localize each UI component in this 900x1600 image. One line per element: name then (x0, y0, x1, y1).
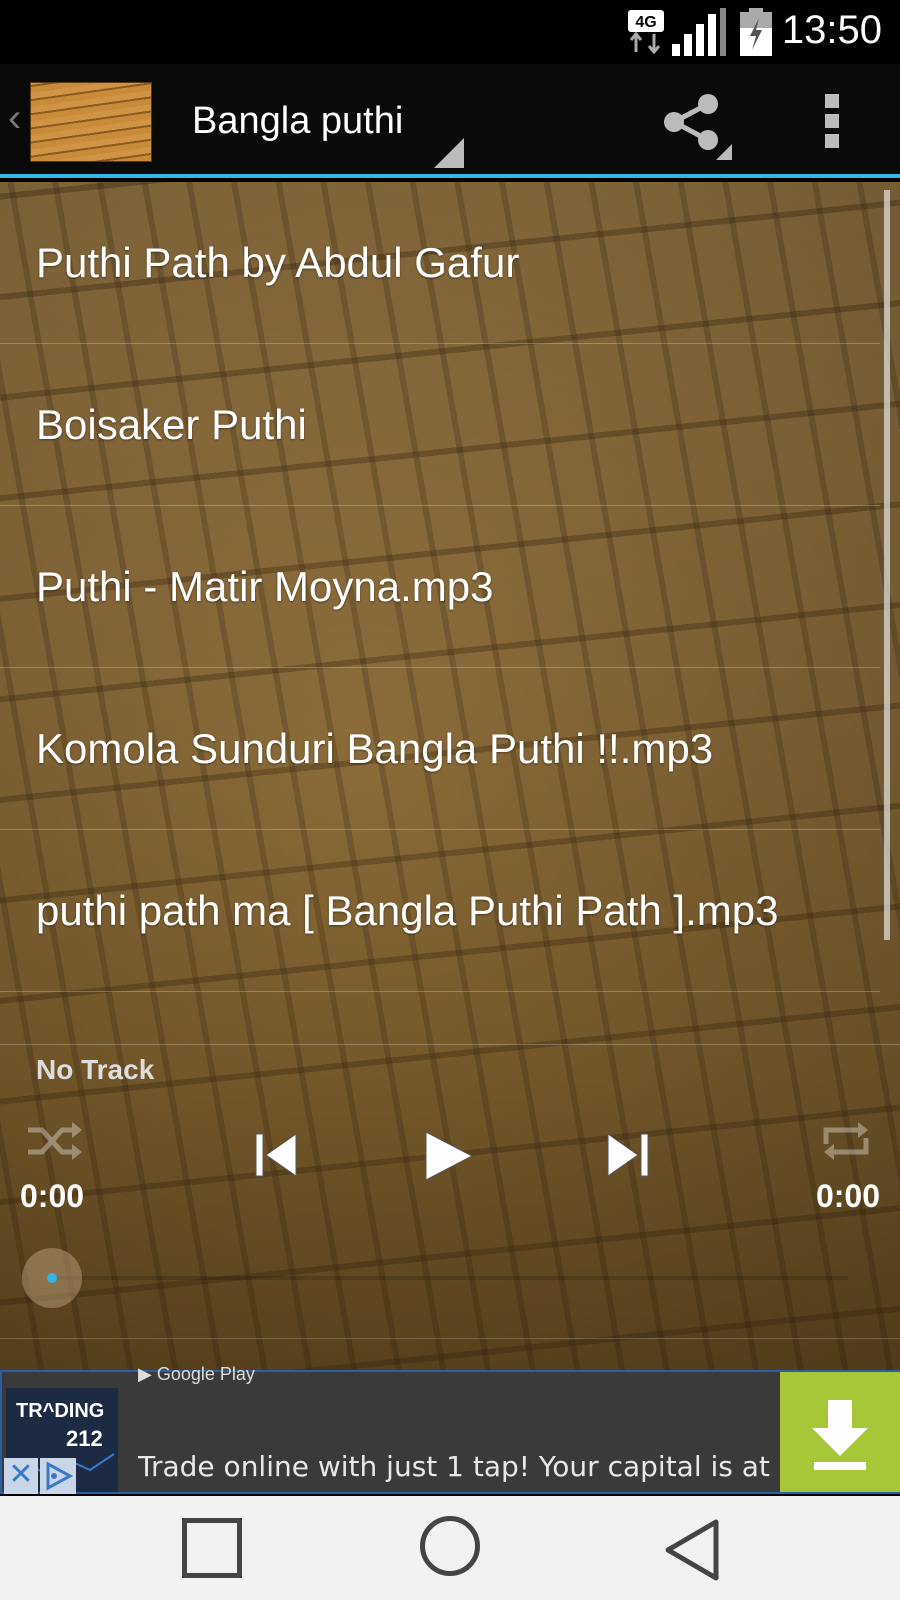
home-icon[interactable] (420, 1516, 480, 1576)
spinner-indicator-icon (434, 138, 464, 168)
play-icon[interactable] (420, 1128, 476, 1184)
recents-icon[interactable] (182, 1518, 242, 1578)
list-item[interactable]: Komola Sunduri Bangla Puthi !!.mp3 (0, 668, 880, 830)
back-chevron-icon[interactable]: ‹ (8, 96, 21, 141)
next-icon[interactable] (604, 1130, 650, 1180)
divider (0, 1338, 900, 1339)
track-title: Puthi - Matir Moyna.mp3 (36, 562, 494, 610)
seek-bar[interactable] (52, 1276, 848, 1280)
track-title: Komola Sunduri Bangla Puthi !!.mp3 (36, 724, 714, 772)
overflow-menu-icon[interactable] (812, 94, 852, 154)
track-title: puthi path ma [ Bangla Puthi Path ].mp3 (36, 886, 779, 934)
adchoices-icon[interactable] (40, 1458, 76, 1494)
ad-download-button[interactable] (780, 1372, 900, 1492)
ad-text: Trade online with just 1 tap! Your capit… (138, 1450, 838, 1483)
list-item[interactable]: Boisaker Puthi (0, 344, 880, 506)
google-play-label: ▶ Google Play (138, 1364, 255, 1384)
ad-banner[interactable]: ▶ Google Play TR^DING 212 ✕ Trade online… (0, 1364, 900, 1494)
back-icon[interactable] (660, 1518, 724, 1582)
repeat-icon[interactable] (820, 1118, 872, 1164)
now-playing-label: No Track (36, 1054, 155, 1085)
list-item[interactable]: Puthi Path by Abdul Gafur (0, 182, 880, 344)
seek-position-indicator (47, 1273, 57, 1283)
list-item[interactable]: Puthi - Matir Moyna.mp3 (0, 506, 880, 668)
ad-close-icon[interactable]: ✕ (4, 1458, 38, 1494)
elapsed-time: 0:00 (20, 1178, 85, 1214)
track-list: Puthi Path by Abdul Gafur Boisaker Puthi… (0, 182, 880, 992)
status-bar: 4G 13:50 (0, 0, 900, 64)
list-item[interactable]: puthi path ma [ Bangla Puthi Path ].mp3 (0, 830, 880, 992)
signal-icon (672, 8, 726, 56)
divider (0, 1044, 900, 1045)
track-title: Puthi Path by Abdul Gafur (36, 238, 520, 286)
shuffle-icon[interactable] (26, 1118, 84, 1164)
network-4g-icon: 4G (628, 10, 664, 54)
download-icon (812, 1400, 868, 1470)
clock: 13:50 (781, 8, 882, 52)
svg-text:4G: 4G (635, 14, 656, 31)
share-icon[interactable] (656, 92, 736, 162)
battery-charging-icon (740, 8, 772, 56)
list-scrollbar[interactable] (884, 190, 890, 940)
action-bar: ‹ Bangla puthi (0, 64, 900, 178)
previous-icon[interactable] (254, 1130, 300, 1180)
app-icon[interactable] (30, 82, 152, 162)
app-title[interactable]: Bangla puthi (192, 100, 403, 143)
navigation-bar (0, 1496, 900, 1600)
total-time: 0:00 (815, 1178, 880, 1214)
track-title: Boisaker Puthi (36, 400, 307, 448)
